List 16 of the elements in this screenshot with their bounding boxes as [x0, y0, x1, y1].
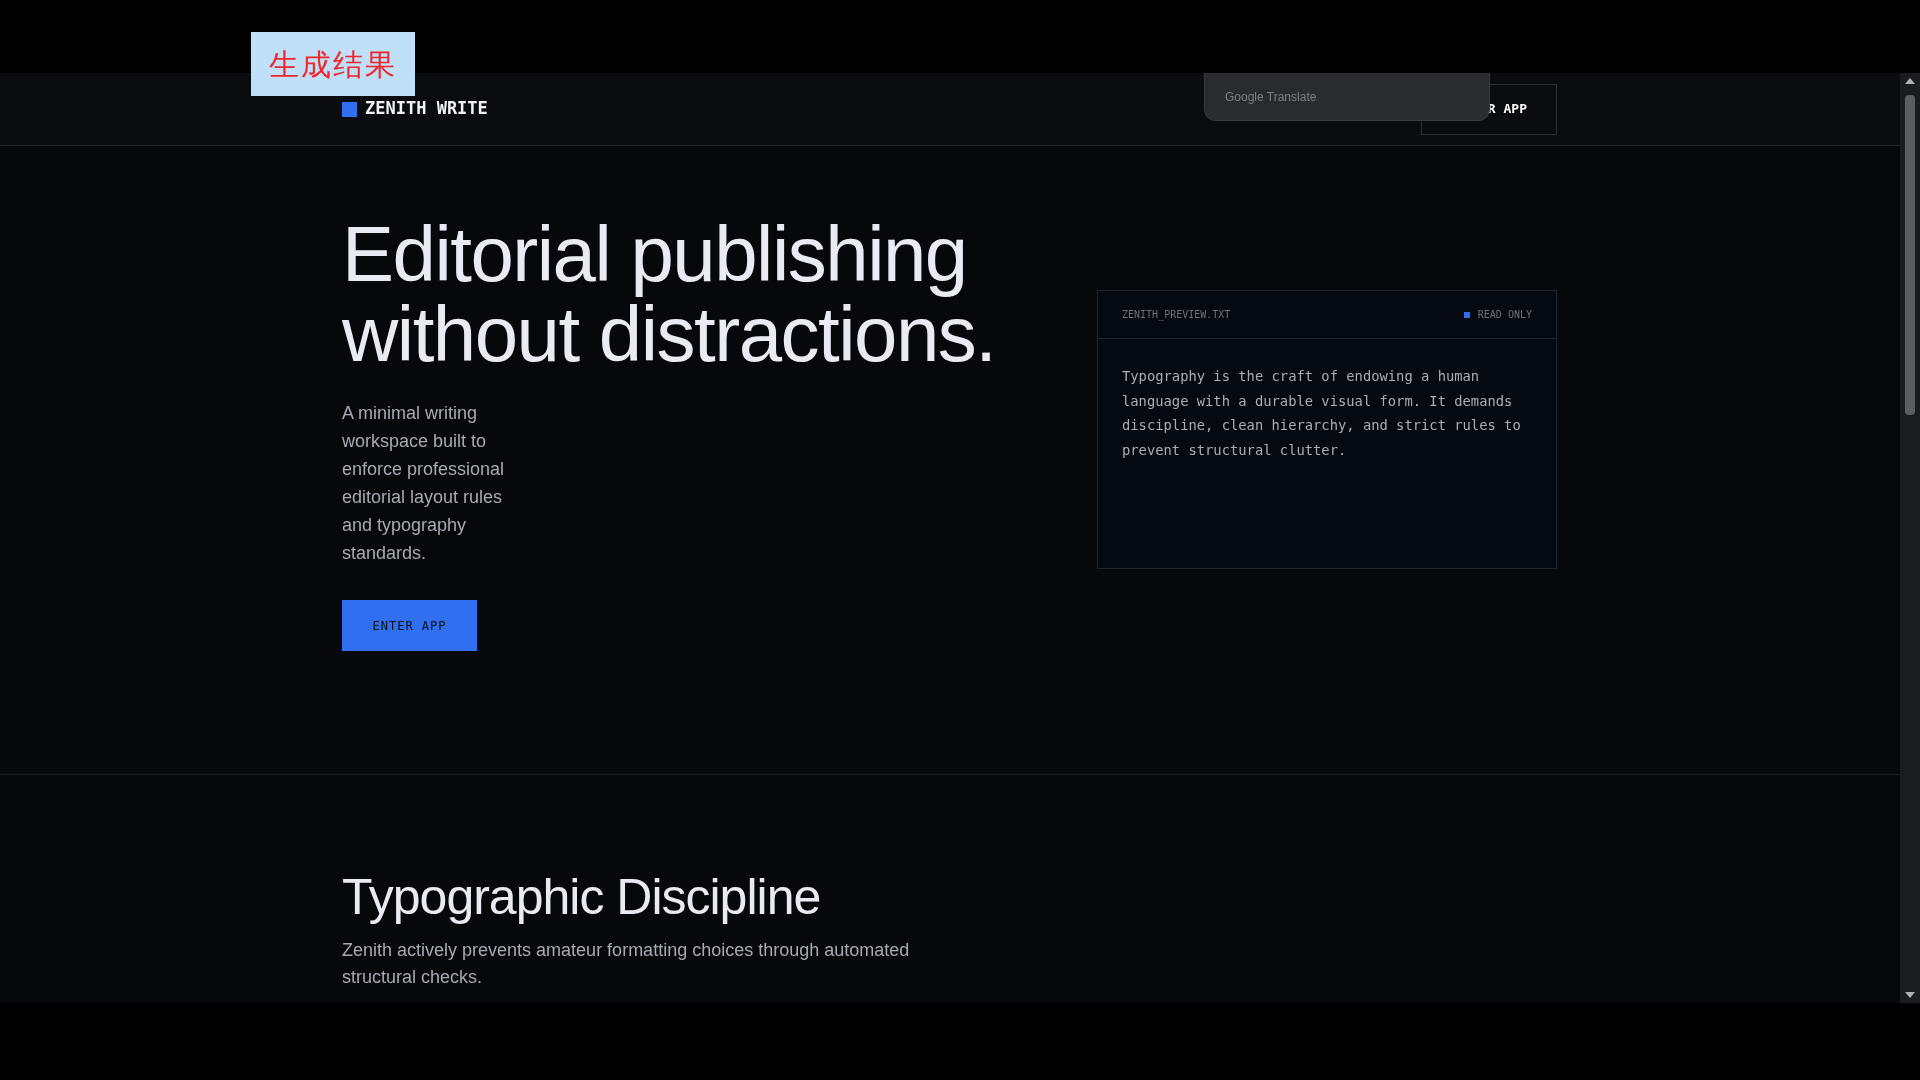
hero-title: Editorial publishing without distractions. [342, 214, 996, 374]
section-title: Typographic Discipline [342, 868, 822, 927]
section-description: Zenith actively prevents amateur formatting choices through automated structural checks. [342, 939, 911, 989]
logo-icon [342, 101, 357, 117]
scrollbar[interactable] [1900, 73, 1920, 1003]
scroll-thumb[interactable] [1905, 95, 1915, 415]
logo-text: ZENITH WRITE [365, 97, 488, 121]
translate-label: Google Translate [1225, 89, 1317, 106]
enter-app-button[interactable]: ENTER APP [342, 600, 477, 651]
overlay-label: 生成结果 [251, 32, 415, 96]
status-label: READ ONLY [1477, 308, 1532, 322]
preview-text: Typography is the craft of endowing a human language with a durable visual form. It demands discipline, clean hierarchy, and strict rules to prevent structural clutter. [1121, 367, 1522, 460]
scroll-up-icon[interactable] [1905, 77, 1915, 85]
scroll-down-icon[interactable] [1905, 991, 1915, 999]
file-name: ZENITH_PREVIEW.TXT [1122, 308, 1231, 322]
hero-description: A minimal writing workspace built to enforce professional editorial layout rules and typography standards. [342, 402, 506, 565]
